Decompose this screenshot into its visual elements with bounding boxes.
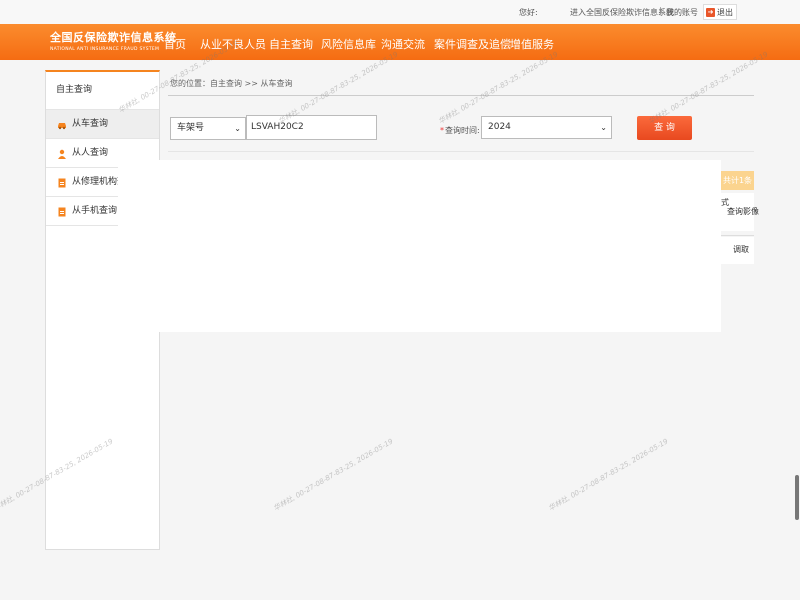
nav-communication[interactable]: 沟通交流: [381, 36, 425, 52]
column-header-fragment: 式: [721, 198, 729, 207]
sidebar-item-vehicle-query[interactable]: 从车查询: [46, 110, 159, 139]
column-header-query-image: 查询影像 式: [721, 193, 759, 231]
required-mark: *: [440, 126, 444, 135]
top-utility-bar: 您好: 进入全国反保险欺诈信息系统 | 我的账号 ➜ 退出: [0, 0, 800, 24]
system-logo[interactable]: 全国反保险欺诈信息系统 NATIONAL ANTI INSURANCE FRAU…: [50, 29, 177, 52]
sidebar-item-label: 从车查询: [72, 119, 109, 129]
query-type-select[interactable]: 车架号 ⌄: [170, 117, 246, 140]
watermark: 华林社, 00-27-08-87-83-25, 2026-05-19: [272, 437, 395, 513]
column-header-label: 查询影像: [727, 207, 759, 216]
nav-self-query[interactable]: 自主查询: [269, 36, 313, 52]
nav-value-added[interactable]: 增值服务: [510, 36, 554, 52]
vin-input[interactable]: LSVAH20C2K225: [246, 115, 377, 140]
watermark: 华林社, 00-27-08-87-83-25, 2026-05-19: [547, 437, 670, 513]
logo-title-cn: 全国反保险欺诈信息系统: [50, 31, 177, 44]
chevron-down-icon: ⌄: [600, 123, 607, 132]
my-account-link[interactable]: 我的账号: [666, 7, 698, 18]
query-button[interactable]: 查 询: [637, 116, 692, 140]
nav-home[interactable]: 首页: [164, 36, 186, 52]
logout-icon: ➜: [706, 7, 715, 17]
chevron-down-icon: ⌄: [234, 124, 241, 133]
greeting-text: 您好:: [519, 8, 538, 17]
nav-bad-practitioners[interactable]: 从业不良人员: [200, 36, 266, 52]
retrieve-label: 调取: [733, 245, 749, 254]
logout-label: 退出: [717, 7, 733, 17]
document-icon: [58, 178, 66, 188]
watermark: 华林社, 00-27-08-87-83-25, 2026-05-19: [647, 50, 770, 126]
total-count-badge: 共计1条: [721, 171, 754, 190]
redacted-mask: [304, 117, 376, 138]
watermark: 华林社, 00-27-08-87-83-25, 2026-05-19: [437, 50, 560, 126]
results-table-redacted: [118, 160, 721, 332]
query-year-select[interactable]: 2024 ⌄: [481, 116, 612, 139]
sidebar-item-label: 从手机查询: [72, 206, 118, 216]
query-time-text: 查询时间:: [445, 126, 480, 135]
nav-case-investigation[interactable]: 案件调查及追偿: [434, 36, 511, 52]
logo-title-en: NATIONAL ANTI INSURANCE FRAUD SYSTEM: [50, 47, 160, 52]
query-type-value: 车架号: [177, 123, 205, 133]
main-nav-bar: 全国反保险欺诈信息系统 NATIONAL ANTI INSURANCE FRAU…: [0, 24, 800, 60]
car-icon: [58, 123, 66, 130]
sidebar-item-label: 从人查询: [72, 148, 109, 158]
person-icon: [58, 149, 66, 159]
form-divider: [168, 151, 754, 152]
logout-button[interactable]: ➜ 退出: [703, 4, 737, 20]
retrieve-link[interactable]: 调取: [721, 237, 754, 264]
query-time-label: *查询时间:: [440, 125, 480, 136]
document-icon: [58, 207, 66, 217]
query-year-value: 2024: [488, 122, 511, 132]
page-scrollbar[interactable]: [795, 475, 799, 520]
row-divider: [721, 235, 754, 236]
sidebar-title: 自主查询: [46, 72, 159, 110]
breadcrumb: 您的位置：自主查询 >> 从车查询: [170, 79, 293, 88]
divider: |: [659, 6, 662, 15]
nav-risk-database[interactable]: 风险信息库: [321, 36, 376, 52]
breadcrumb-divider: [168, 95, 754, 96]
